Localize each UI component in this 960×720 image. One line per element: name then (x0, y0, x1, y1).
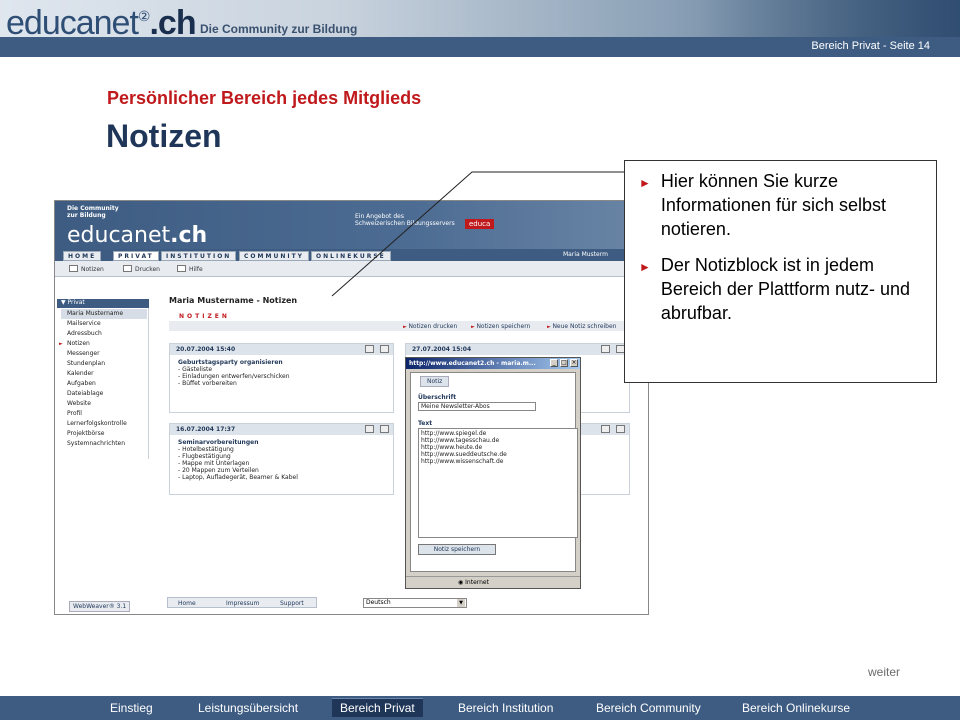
hilfe-tool-button[interactable]: Hilfe (177, 265, 203, 273)
sidebar-item-lernerfolgskontrolle[interactable]: Lernerfolgskontrolle (61, 419, 147, 429)
note-date: 20.07.2004 15:40 (170, 344, 393, 355)
platform-screenshot: Die Community zur Bildung educanet.ch Ein… (54, 200, 649, 615)
sidebar-item-maria-mustername[interactable]: Maria Mustername (61, 309, 147, 319)
screenshot-user-name: Maria Musterm (563, 251, 608, 258)
slide-title: Notizen (106, 118, 222, 154)
bullet-arrow-icon: ► (639, 176, 651, 190)
nav-bereich-institution[interactable]: Bereich Institution (458, 701, 553, 715)
edit-note-icon[interactable] (601, 345, 610, 353)
nav-einstieg[interactable]: Einstieg (110, 701, 153, 715)
callout-item: ► Der Notizblock ist in jedem Bereich der… (639, 255, 911, 323)
notizen-tool-button[interactable]: Notizen (69, 265, 104, 273)
note-body: Geburtstagsparty organisieren - Gästelis… (178, 359, 290, 387)
note-popup-window: http://www.educanet2.ch - maria.m... _ □… (405, 357, 581, 589)
delete-note-icon[interactable] (616, 425, 625, 433)
screenshot-action-bar: Notizen drucken Notizen speichern Neue N… (169, 321, 629, 331)
screenshot-tabbar: HOME PRIVAT INSTITUTION COMMUNITY ONLINE… (55, 249, 648, 261)
tab-privat[interactable]: PRIVAT (113, 251, 159, 261)
popup-statusbar: ◉ Internet (406, 576, 580, 588)
note-textarea[interactable]: http://www.spiegel.de http://www.tagessc… (418, 428, 578, 538)
slide-subtitle: Persönlicher Bereich jedes Mitglieds (107, 88, 422, 108)
note-card: 20.07.2004 15:40 Geburtstagsparty organi… (169, 343, 394, 413)
screenshot-logo: educanet.ch (67, 223, 208, 248)
educa-logo: educa (465, 219, 495, 229)
delete-note-icon[interactable] (380, 425, 389, 433)
sidebar-item-projektboerse[interactable]: Projektbörse (61, 429, 147, 439)
sidebar-item-notizen[interactable]: Notizen (59, 339, 147, 349)
minimize-icon[interactable]: _ (550, 359, 558, 367)
nav-leistungsuebersicht[interactable]: Leistungsübersicht (198, 701, 298, 715)
nav-bereich-community[interactable]: Bereich Community (596, 701, 701, 715)
sidebar-item-mailservice[interactable]: Mailservice (61, 319, 147, 329)
callout-box: ► Hier können Sie kurze Informationen für… (624, 160, 937, 383)
tagline: Die Community zur Bildung (200, 22, 358, 36)
notizen-drucken-link[interactable]: Notizen drucken (403, 323, 457, 330)
sidebar-item-messenger[interactable]: Messenger (61, 349, 147, 359)
sidebar-item-profil[interactable]: Profil (61, 409, 147, 419)
tab-onlinekurse[interactable]: ONLINEKURSE (311, 251, 391, 261)
note-date: 16.07.2004 17:37 (170, 424, 393, 435)
popup-tab-notiz[interactable]: Notiz (420, 376, 450, 387)
neue-notiz-link[interactable]: Neue Notiz schreiben (547, 323, 616, 330)
header-photo-strip (700, 0, 960, 40)
screenshot-community-text: Die Community zur Bildung (67, 205, 119, 219)
sidebar-item-systemnachrichten[interactable]: Systemnachrichten (61, 439, 147, 449)
screenshot-page-title: Maria Mustername - Notizen (169, 296, 298, 305)
note-body: Seminarvorbereitungen - Hotelbestätigung… (178, 439, 298, 481)
screenshot-toolbar: Notizen Drucken Hilfe (55, 261, 648, 277)
sidebar-section-privat[interactable]: ▼ Privat (57, 299, 149, 308)
heading-input[interactable]: Meine Newsletter-Abos (418, 402, 536, 411)
bottom-navigation: Einstieg Leistungsübersicht Bereich Priv… (0, 696, 960, 720)
heading-label: Überschrift (418, 394, 457, 401)
tab-home[interactable]: HOME (63, 251, 102, 261)
sidebar-item-dateiablage[interactable]: Dateiablage (61, 389, 147, 399)
tab-community[interactable]: COMMUNITY (239, 251, 310, 261)
print-icon (123, 265, 132, 272)
footer-support-link[interactable]: Support (280, 600, 304, 607)
footer-impressum-link[interactable]: Impressum (226, 600, 259, 607)
callout-item: ► Hier können Sie kurze Informationen für… (639, 171, 886, 239)
notes-icon (69, 265, 78, 272)
nav-bereich-onlinekurse[interactable]: Bereich Onlinekurse (742, 701, 850, 715)
sidebar-item-aufgaben[interactable]: Aufgaben (61, 379, 147, 389)
notiz-speichern-button[interactable]: Notiz speichern (418, 544, 496, 555)
sidebar-item-stundenplan[interactable]: Stundenplan (61, 359, 147, 369)
notizen-speichern-link[interactable]: Notizen speichern (471, 323, 530, 330)
weiter-link[interactable]: weiter (868, 665, 900, 679)
maximize-icon[interactable]: □ (560, 359, 568, 367)
sidebar-item-website[interactable]: Website (61, 399, 147, 409)
language-select[interactable]: Deutsch (363, 598, 467, 608)
sidebar-item-adressbuch[interactable]: Adressbuch (61, 329, 147, 339)
drucken-tool-button[interactable]: Drucken (123, 265, 160, 273)
screenshot-offer-text: Ein Angebot des Schweizerischen Bildungss… (355, 213, 455, 227)
sidebar-item-kalender[interactable]: Kalender (61, 369, 147, 379)
note-date: 27.07.2004 15:04 (406, 344, 629, 355)
chevron-down-icon[interactable]: ▼ (457, 599, 465, 607)
close-icon[interactable]: × (570, 359, 578, 367)
webweaver-logo: WebWeaver® 3.1 (69, 601, 131, 612)
page-info: Bereich Privat - Seite 14 (811, 40, 930, 52)
delete-note-icon[interactable] (380, 345, 389, 353)
note-card: 16.07.2004 17:37 Seminarvorbereitungen -… (169, 423, 394, 495)
nav-bereich-privat[interactable]: Bereich Privat (332, 698, 423, 717)
tab-institution[interactable]: INSTITUTION (161, 251, 237, 261)
text-label: Text (418, 420, 433, 427)
edit-note-icon[interactable] (365, 345, 374, 353)
edit-note-icon[interactable] (601, 425, 610, 433)
screenshot-section-label: NOTIZEN (179, 313, 230, 320)
bullet-arrow-icon: ► (639, 260, 651, 274)
screenshot-footer-links: Home Impressum Support (167, 597, 317, 608)
footer-home-link[interactable]: Home (178, 600, 196, 607)
edit-note-icon[interactable] (365, 425, 374, 433)
help-icon (177, 265, 186, 272)
